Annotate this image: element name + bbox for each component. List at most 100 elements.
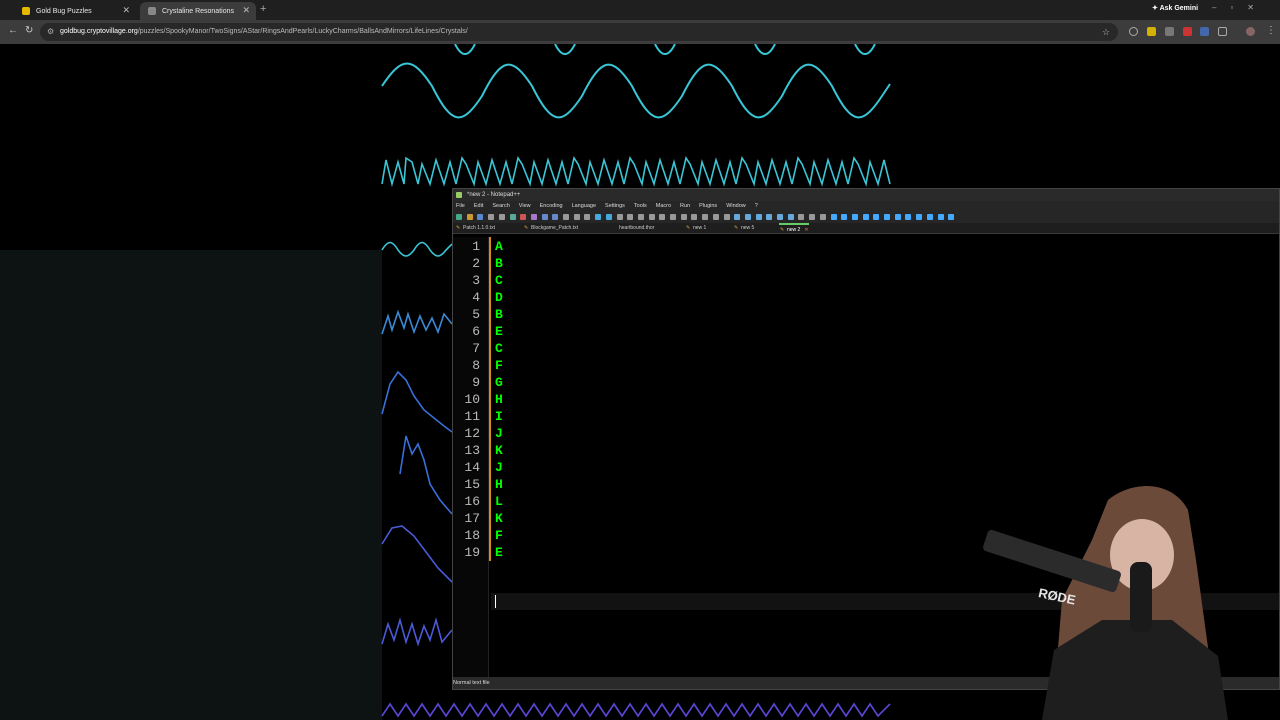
notepad-tab-bar: ✎ Patch 1.1.0.txt ✎ Blockgame_Patch.txt he… <box>453 223 1279 234</box>
doc-tab-new-5[interactable]: ✎ new 5 <box>733 223 754 234</box>
notepad-title-bar[interactable]: *new 2 - Notepad++ <box>453 189 1279 201</box>
toolbar-button-icon[interactable] <box>873 214 880 220</box>
toolbar-button-icon[interactable] <box>691 214 698 220</box>
toolbar-button-icon[interactable] <box>841 214 848 220</box>
menu-plugins[interactable]: Plugins <box>699 201 717 211</box>
back-arrow-icon[interactable]: ← <box>8 25 18 36</box>
toolbar-button-icon[interactable] <box>777 214 783 220</box>
doc-tab-blockgame[interactable]: ✎ Blockgame_Patch.txt <box>523 223 578 234</box>
toolbar-button-icon[interactable] <box>744 214 751 220</box>
waveform-sawtooth <box>381 370 453 433</box>
toolbar-button-icon[interactable] <box>755 214 762 220</box>
toolbar-button-icon[interactable] <box>734 214 741 220</box>
extension-blue-icon[interactable] <box>1200 27 1209 36</box>
toolbar-button-icon[interactable] <box>894 214 901 220</box>
toolbar-button-icon[interactable] <box>584 214 591 220</box>
doc-tab-patch[interactable]: ✎ Patch 1.1.0.txt <box>455 223 495 234</box>
close-doc-icon[interactable]: ✕ <box>804 227 808 233</box>
toolbar-button-icon[interactable] <box>477 214 484 220</box>
code-line: J <box>495 460 503 475</box>
toolbar-button-icon[interactable] <box>659 214 666 220</box>
notepad-toolbar <box>453 211 1279 223</box>
tab-gold-bug-puzzles[interactable]: Gold Bug Puzzles ✕ <box>14 2 136 20</box>
toolbar-button-icon[interactable] <box>851 214 858 220</box>
doc-tab-heartbound[interactable]: heartbound.thor <box>611 223 654 234</box>
line-number: 7 <box>472 341 480 356</box>
url-host: goldbug.cryptovillage.org <box>60 28 138 35</box>
extension-red-icon[interactable] <box>1183 27 1192 36</box>
menu-help[interactable]: ? <box>755 201 758 211</box>
line-number: 5 <box>472 307 480 322</box>
menu-search[interactable]: Search <box>492 201 509 211</box>
toolbar-button-icon[interactable] <box>798 214 805 220</box>
menu-language[interactable]: Language <box>572 201 596 211</box>
toolbar-button-icon[interactable] <box>702 214 709 220</box>
toolbar-button-icon[interactable] <box>541 214 548 220</box>
new-tab-plus-icon[interactable]: + <box>260 3 266 15</box>
close-tab-icon[interactable]: ✕ <box>122 5 130 16</box>
window-controls[interactable]: –▫✕ <box>1212 3 1268 12</box>
toolbar-button-icon[interactable] <box>830 214 837 220</box>
toolbar-button-icon[interactable] <box>916 214 923 220</box>
toolbar-button-icon[interactable] <box>948 214 955 220</box>
extension-yellow-icon[interactable] <box>1147 27 1156 36</box>
toolbar-button-icon[interactable] <box>573 214 580 220</box>
close-tab-icon[interactable]: ✕ <box>242 5 250 16</box>
toolbar-button-icon[interactable] <box>670 214 676 220</box>
menu-file[interactable]: File <box>456 201 465 211</box>
toolbar-button-icon[interactable] <box>926 214 933 220</box>
toolbar-button-icon[interactable] <box>498 214 505 220</box>
toolbar-button-icon[interactable] <box>787 214 794 220</box>
tab-crystaline-resonations[interactable]: Crystaline Resonations ✕ <box>140 2 256 20</box>
toolbar-button-icon[interactable] <box>937 214 944 220</box>
menu-view[interactable]: View <box>519 201 531 211</box>
toolbar-button-icon[interactable] <box>648 214 655 220</box>
extensions-puzzle-icon[interactable] <box>1218 27 1227 36</box>
toolbar-button-icon[interactable] <box>552 214 559 220</box>
toolbar-button-icon[interactable] <box>637 214 644 220</box>
toolbar-button-icon[interactable] <box>862 214 869 220</box>
menu-window[interactable]: Window <box>726 201 746 211</box>
tab-label: Crystaline Resonations <box>162 7 234 15</box>
extension-printer-icon[interactable] <box>1165 27 1174 36</box>
menu-encoding[interactable]: Encoding <box>540 201 563 211</box>
bookmark-star-icon[interactable]: ☆ <box>1102 23 1110 41</box>
toolbar-button-icon[interactable] <box>766 214 773 220</box>
toolbar-button-icon[interactable] <box>605 214 612 220</box>
profile-avatar-icon[interactable] <box>1246 27 1255 36</box>
toolbar-button-icon[interactable] <box>563 214 569 220</box>
toolbar-button-icon[interactable] <box>819 214 826 220</box>
menu-macro[interactable]: Macro <box>656 201 671 211</box>
toolbar-button-icon[interactable] <box>712 214 719 220</box>
toolbar-button-icon[interactable] <box>466 214 473 220</box>
toolbar-button-icon[interactable] <box>488 214 495 220</box>
toolbar-button-icon[interactable] <box>530 214 537 220</box>
url-path: /puzzles/SpookyManor/TwoSigns/AStar/Ring… <box>137 28 468 35</box>
toolbar-button-icon[interactable] <box>627 214 634 220</box>
address-bar[interactable]: ⚙ goldbug.cryptovillage.org/puzzles/Spoo… <box>40 23 1118 41</box>
menu-settings[interactable]: Settings <box>605 201 625 211</box>
reload-icon[interactable]: ↻ <box>25 25 33 36</box>
toolbar-button-icon[interactable] <box>616 214 623 220</box>
toolbar-button-icon[interactable] <box>509 214 516 220</box>
toolbar-button-icon[interactable] <box>595 214 602 220</box>
code-line: B <box>495 256 503 271</box>
toolbar-button-icon[interactable] <box>520 214 527 220</box>
menu-tools[interactable]: Tools <box>634 201 647 211</box>
doc-tab-new-1[interactable]: ✎ new 1 <box>685 223 706 234</box>
toolbar-button-icon[interactable] <box>723 214 730 220</box>
toolbar-button-icon[interactable] <box>884 214 890 220</box>
toolbar-button-icon[interactable] <box>809 214 816 220</box>
line-number: 16 <box>464 494 480 509</box>
menu-edit[interactable]: Edit <box>474 201 483 211</box>
toolbar-button-icon[interactable] <box>905 214 912 220</box>
doc-tab-new-2[interactable]: ✎ new 2 ✕ <box>779 223 809 234</box>
menu-kebab-icon[interactable]: ⋮ <box>1266 25 1276 36</box>
toolbar-button-icon[interactable] <box>456 214 462 220</box>
extension-circle-icon[interactable] <box>1129 27 1138 36</box>
site-info-icon[interactable]: ⚙ <box>47 23 54 41</box>
code-line: C <box>495 341 503 356</box>
ask-gemini-button[interactable]: ✦ Ask Gemini <box>1152 4 1198 12</box>
menu-run[interactable]: Run <box>680 201 690 211</box>
toolbar-button-icon[interactable] <box>680 214 687 220</box>
